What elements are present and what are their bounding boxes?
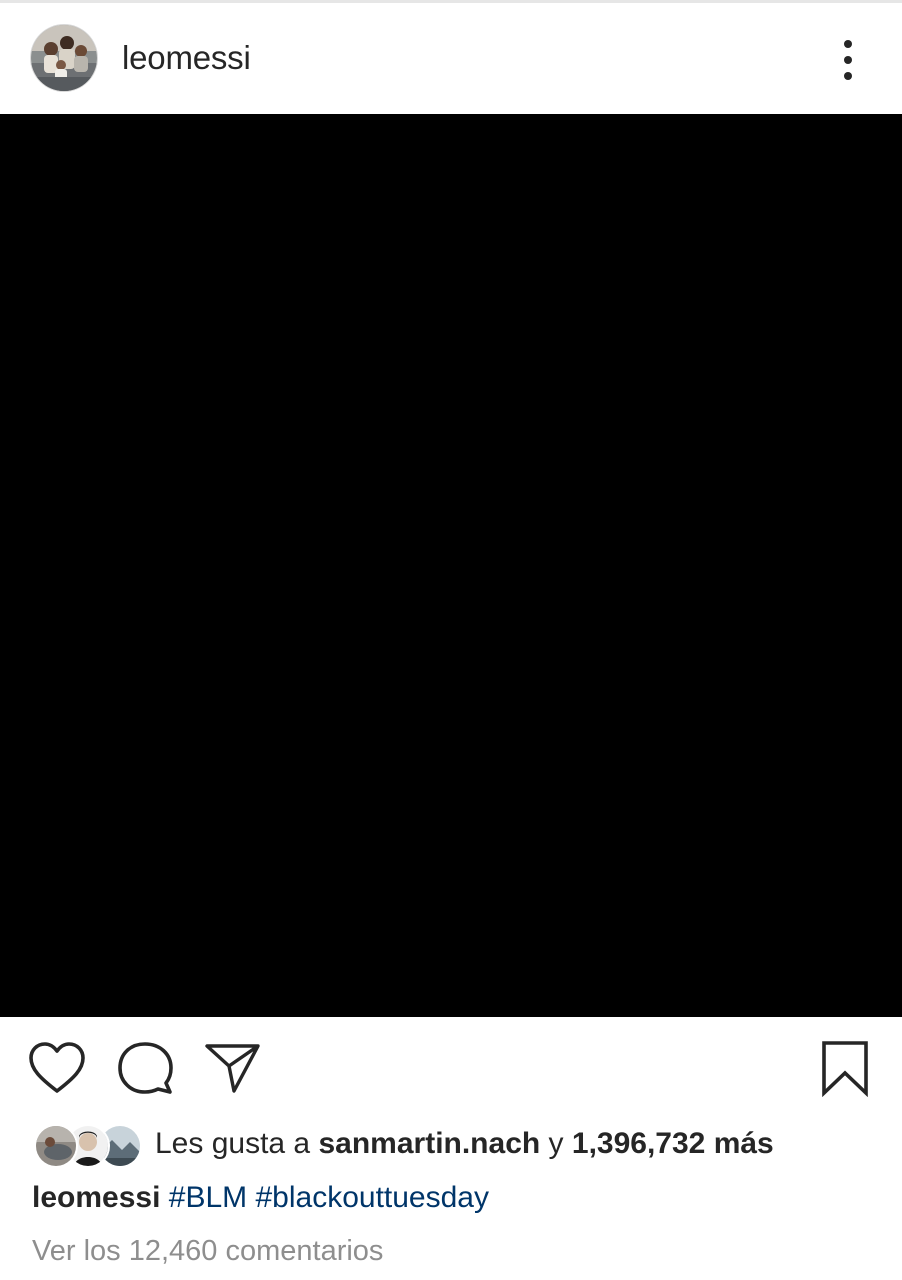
likes-prefix: Les gusta a [155, 1127, 311, 1160]
post-caption: leomessi #BLM #blackouttuesday [32, 1178, 489, 1218]
likes-count[interactable]: 1,396,732 más [572, 1127, 774, 1160]
liker-avatars[interactable] [34, 1122, 142, 1168]
likes-text: Les gusta a sanmartin.nach y 1,396,732 m… [155, 1124, 774, 1164]
post-image[interactable] [0, 114, 902, 1017]
save-button[interactable] [818, 1039, 872, 1097]
hashtag-link[interactable]: #BLM [169, 1181, 247, 1214]
more-vertical-icon-dot [844, 56, 852, 64]
hashtag-link[interactable]: #blackouttuesday [255, 1181, 489, 1214]
heart-icon [29, 1042, 85, 1093]
share-icon [205, 1044, 260, 1093]
caption-username[interactable]: leomessi [32, 1181, 160, 1214]
share-button[interactable] [203, 1041, 261, 1095]
more-vertical-icon-dot [844, 72, 852, 80]
post-header: leomessi [0, 3, 902, 114]
liker-photo-icon [36, 1126, 76, 1166]
profile-photo-icon [31, 25, 97, 91]
likes-connector: y [548, 1127, 564, 1160]
bookmark-icon [822, 1041, 868, 1097]
comment-button[interactable] [116, 1041, 174, 1095]
post-username[interactable]: leomessi [122, 38, 251, 78]
more-options-button[interactable] [828, 36, 868, 84]
likes-summary: Les gusta a sanmartin.nach y 1,396,732 m… [0, 1117, 902, 1173]
profile-avatar[interactable] [31, 25, 97, 91]
liker-avatar [34, 1124, 78, 1168]
view-comments-link[interactable]: Ver los 12,460 comentarios [32, 1231, 383, 1271]
like-button[interactable] [28, 1041, 86, 1095]
comment-icon [118, 1042, 173, 1094]
liked-by-username[interactable]: sanmartin.nach [318, 1127, 540, 1160]
post-actions [0, 1017, 902, 1117]
more-vertical-icon [844, 40, 852, 48]
